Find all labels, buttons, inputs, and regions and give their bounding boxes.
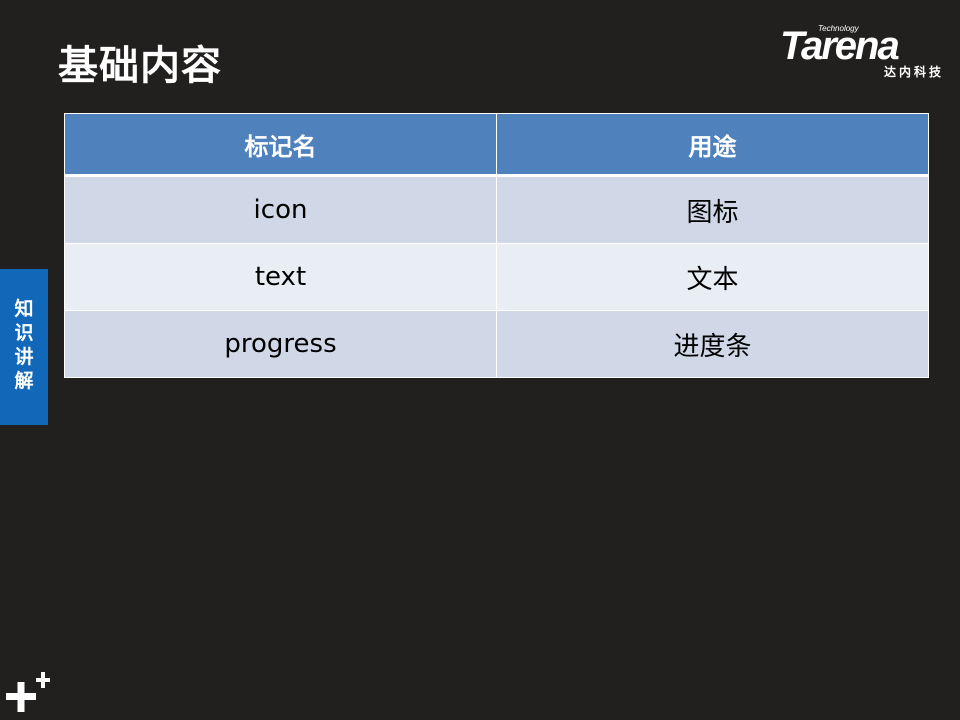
slide-title: 基础内容 [58, 43, 222, 89]
cell-purpose: 进度条 [496, 310, 929, 378]
cell-tag-name: text [64, 243, 497, 311]
cell-purpose: 图标 [496, 175, 929, 244]
section-side-tab: 知识讲解 [0, 269, 48, 425]
cell-tag-name: progress [64, 310, 497, 378]
header-purpose: 用途 [496, 113, 929, 177]
logo-wordmark: Tarena [780, 24, 900, 68]
table-row: icon 图标 [64, 175, 929, 244]
header-tag-name: 标记名 [64, 113, 497, 177]
plus-icon [6, 672, 50, 712]
cell-purpose: 文本 [496, 243, 929, 311]
table-row: text 文本 [64, 243, 929, 311]
side-tab-label: 知识讲解 [14, 298, 34, 392]
tarena-logo: Technology Tarena 达内科技 [780, 24, 948, 84]
logo-chinese-name: 达内科技 [883, 65, 944, 79]
table-header-row: 标记名 用途 [64, 113, 929, 177]
content-table: 标记名 用途 icon 图标 text 文本 progress 进度条 [64, 113, 929, 378]
cell-tag-name: icon [64, 175, 497, 244]
table-row: progress 进度条 [64, 310, 929, 378]
